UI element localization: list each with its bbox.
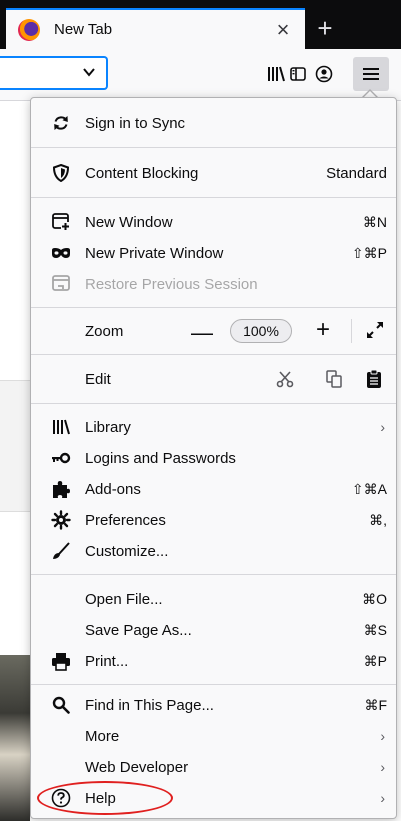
chevron-right-icon: ›	[380, 790, 385, 806]
fullscreen-icon[interactable]	[365, 320, 385, 340]
menu-label: Content Blocking	[85, 164, 199, 182]
zoom-divider	[351, 319, 352, 343]
close-tab-icon[interactable]: ×	[269, 16, 297, 44]
cut-icon[interactable]	[273, 367, 297, 391]
chevron-right-icon: ›	[380, 728, 385, 744]
shortcut: ⇧⌘P	[351, 244, 387, 261]
help-highlight-annotation	[37, 781, 173, 815]
sidebar-icon	[290, 67, 306, 81]
menu-item-new-private-window[interactable]: New Private Window ⇧⌘P	[31, 238, 396, 268]
new-tab-button[interactable]: +	[307, 10, 343, 46]
page-photo	[0, 655, 30, 821]
menu-label: Add-ons	[85, 480, 141, 498]
search-icon	[51, 695, 71, 715]
app-menu-button[interactable]	[353, 57, 389, 91]
menu-item-print[interactable]: Print... ⌘P	[31, 646, 396, 676]
menu-label: New Private Window	[85, 244, 224, 262]
menu-item-restore-session: Restore Previous Session	[31, 269, 396, 299]
menu-item-add-ons[interactable]: Add-ons ⇧⌘A	[31, 474, 396, 504]
key-icon	[51, 448, 71, 468]
menu-item-content-blocking[interactable]: Content Blocking Standard	[31, 158, 396, 188]
shield-icon	[51, 163, 71, 183]
library-icon	[51, 417, 71, 437]
menu-separator	[31, 354, 396, 355]
chevron-down-icon[interactable]	[82, 65, 96, 79]
shortcut: ⌘S	[363, 621, 387, 638]
zoom-out-button[interactable]: —	[191, 320, 213, 346]
menu-label: Logins and Passwords	[85, 449, 236, 467]
menu-label: Open File...	[85, 590, 163, 608]
account-icon	[315, 65, 333, 83]
tab-strip: New Tab × +	[0, 0, 401, 49]
restore-session-icon	[51, 274, 71, 294]
menu-label: Find in This Page...	[85, 696, 214, 714]
zoom-in-button[interactable]: +	[316, 316, 330, 344]
zoom-reset-button[interactable]: 100%	[230, 319, 292, 343]
menu-item-customize[interactable]: Customize...	[31, 536, 396, 566]
menu-item-preferences[interactable]: Preferences ⌘,	[31, 505, 396, 535]
menu-item-edit: Edit	[31, 364, 396, 394]
menu-separator	[31, 403, 396, 404]
sync-icon	[51, 113, 71, 133]
menu-item-find-in-page[interactable]: Find in This Page... ⌘F	[31, 690, 396, 720]
library-icon	[268, 66, 285, 82]
menu-label: Save Page As...	[85, 621, 192, 639]
menu-item-library[interactable]: Library ›	[31, 412, 396, 442]
shortcut: ⇧⌘A	[351, 480, 387, 497]
menu-label: Library	[85, 418, 131, 436]
paste-icon[interactable]	[362, 367, 386, 391]
menu-separator	[31, 307, 396, 308]
nav-toolbar	[0, 49, 401, 101]
copy-icon[interactable]	[322, 367, 346, 391]
tab-new-tab[interactable]: New Tab ×	[6, 8, 305, 49]
menu-item-more[interactable]: More ›	[31, 721, 396, 751]
menu-item-web-developer[interactable]: Web Developer ›	[31, 752, 396, 782]
menu-label: Web Developer	[85, 758, 189, 776]
menu-label: More	[85, 727, 120, 745]
shortcut: ⌘N	[362, 213, 387, 230]
shortcut: ⌘P	[363, 652, 387, 669]
page-background	[0, 101, 30, 221]
content-blocking-value: Standard	[326, 164, 387, 182]
menu-label: New Window	[85, 213, 173, 231]
hamburger-icon	[363, 68, 379, 80]
menu-separator	[31, 574, 396, 575]
menu-item-open-file[interactable]: Open File... ⌘O	[31, 584, 396, 614]
menu-separator	[31, 684, 396, 685]
menu-item-sign-in-to-sync[interactable]: Sign in to Sync	[31, 108, 396, 138]
menu-item-zoom: Zoom — 100% +	[31, 316, 396, 346]
private-mask-icon	[51, 243, 71, 263]
menu-item-save-page-as[interactable]: Save Page As... ⌘S	[31, 615, 396, 645]
app-menu-panel: Sign in to Sync Content Blocking Standar…	[30, 97, 397, 819]
menu-label: Print...	[85, 652, 129, 670]
menu-label: Restore Previous Session	[85, 275, 258, 293]
gear-icon	[51, 510, 71, 530]
menu-separator	[31, 147, 396, 148]
menu-item-new-window[interactable]: New Window ⌘N	[31, 207, 396, 237]
shortcut: ⌘O	[362, 590, 387, 607]
account-toolbar-button[interactable]	[310, 60, 338, 88]
edit-label: Edit	[85, 370, 111, 388]
menu-label: Preferences	[85, 511, 166, 529]
menu-label: Sign in to Sync	[85, 114, 186, 132]
tab-title: New Tab	[54, 21, 113, 38]
paintbrush-icon	[51, 541, 71, 561]
zoom-label: Zoom	[85, 322, 124, 340]
chevron-right-icon: ›	[380, 759, 385, 775]
menu-item-logins-and-passwords[interactable]: Logins and Passwords	[31, 443, 396, 473]
menu-separator	[31, 197, 396, 198]
sidebar-toolbar-button[interactable]	[284, 60, 312, 88]
chevron-right-icon: ›	[380, 419, 385, 435]
printer-icon	[51, 651, 71, 671]
shortcut: ⌘F	[364, 696, 387, 713]
url-bar[interactable]	[0, 56, 108, 90]
menu-label: Customize...	[85, 542, 169, 560]
firefox-logo-icon	[18, 18, 40, 41]
page-content-strip	[0, 380, 30, 512]
puzzle-piece-icon	[51, 479, 71, 499]
shortcut: ⌘,	[369, 511, 387, 528]
new-window-icon	[51, 212, 71, 232]
